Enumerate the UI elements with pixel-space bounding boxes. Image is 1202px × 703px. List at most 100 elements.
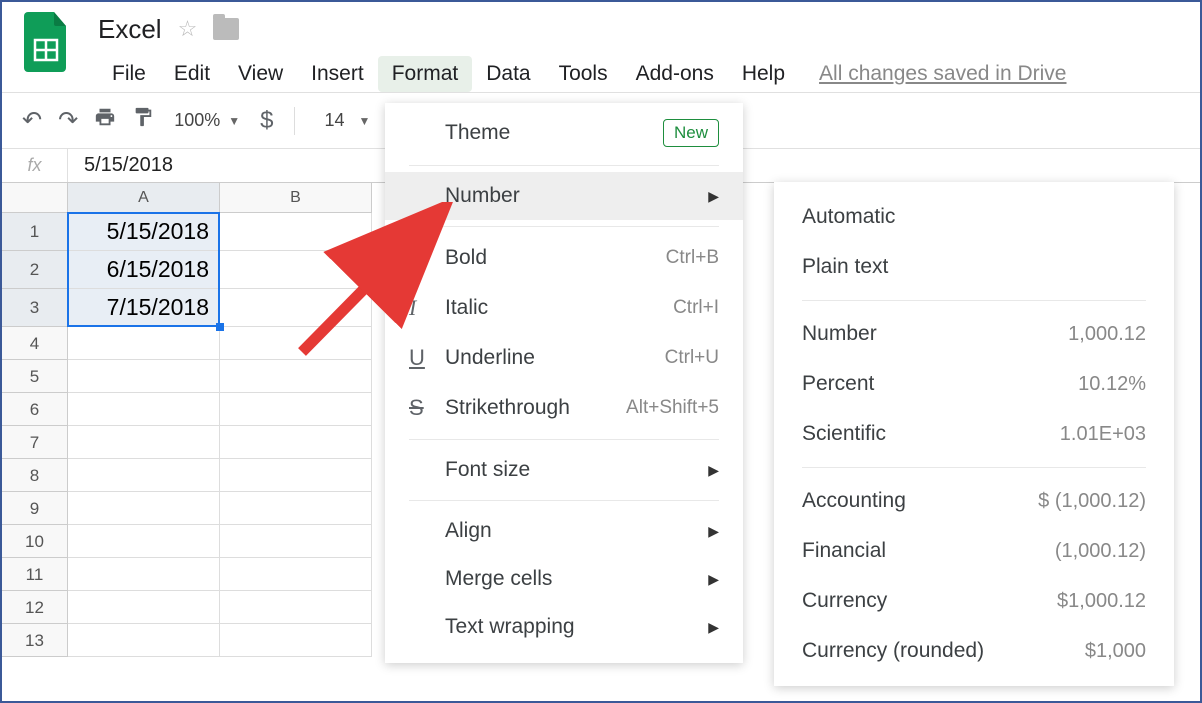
cell[interactable] (220, 558, 372, 591)
dropdown-arrow-icon: ▼ (359, 114, 371, 128)
number-format-number[interactable]: Number1,000.12 (774, 309, 1174, 359)
row-header[interactable]: 1 (2, 213, 68, 251)
format-menu-underline[interactable]: U Underline Ctrl+U (385, 333, 743, 383)
separator (294, 107, 295, 135)
menu-divider (409, 439, 719, 440)
cell[interactable] (68, 393, 220, 426)
cell-a3[interactable]: 7/15/2018 (68, 289, 220, 327)
number-format-percent[interactable]: Percent10.12% (774, 359, 1174, 409)
format-example: $1,000 (1085, 640, 1146, 663)
cell[interactable] (68, 459, 220, 492)
cell[interactable] (220, 360, 372, 393)
menu-divider (409, 500, 719, 501)
menu-view[interactable]: View (224, 56, 297, 92)
cell[interactable] (220, 492, 372, 525)
number-format-currency-rounded-[interactable]: Currency (rounded)$1,000 (774, 626, 1174, 676)
paint-format-icon[interactable] (132, 106, 154, 135)
menu-shortcut: Ctrl+U (665, 347, 719, 369)
cell[interactable] (220, 525, 372, 558)
number-format-scientific[interactable]: Scientific1.01E+03 (774, 409, 1174, 459)
sheets-logo[interactable] (22, 12, 70, 74)
new-badge: New (663, 119, 719, 147)
row-header[interactable]: 12 (2, 591, 68, 624)
menu-tools[interactable]: Tools (545, 56, 622, 92)
menu-label: Number (445, 184, 708, 208)
redo-icon[interactable]: ↷ (58, 106, 78, 135)
cell[interactable] (220, 327, 372, 360)
format-menu-merge-cells[interactable]: Merge cells ▶ (385, 555, 743, 603)
print-icon[interactable] (94, 106, 116, 135)
format-menu-bold[interactable]: B Bold Ctrl+B (385, 233, 743, 283)
cell[interactable] (68, 591, 220, 624)
menu-divider (409, 165, 719, 166)
menu-format[interactable]: Format (378, 56, 473, 92)
strikethrough-icon: S (409, 395, 445, 421)
menu-edit[interactable]: Edit (160, 56, 224, 92)
menu-label: Merge cells (445, 567, 708, 591)
cell-a1[interactable]: 5/15/2018 (68, 213, 220, 251)
menu-label: Align (445, 519, 708, 543)
row-header[interactable]: 11 (2, 558, 68, 591)
zoom-select[interactable]: 100% ▼ (174, 110, 240, 131)
format-menu-text-wrapping[interactable]: Text wrapping ▶ (385, 603, 743, 651)
row-header[interactable]: 13 (2, 624, 68, 657)
cell[interactable] (68, 558, 220, 591)
row-header[interactable]: 5 (2, 360, 68, 393)
document-title[interactable]: Excel (98, 14, 162, 45)
number-format-accounting[interactable]: Accounting$ (1,000.12) (774, 476, 1174, 526)
menu-label: Underline (445, 346, 665, 370)
selection-fill-handle[interactable] (216, 323, 224, 331)
cell[interactable] (68, 360, 220, 393)
cell[interactable] (68, 492, 220, 525)
font-size-select[interactable]: 14 ▼ (315, 110, 381, 131)
cell[interactable] (68, 525, 220, 558)
menu-data[interactable]: Data (472, 56, 544, 92)
cell-b2[interactable] (220, 251, 372, 289)
row-header[interactable]: 9 (2, 492, 68, 525)
row-header[interactable]: 2 (2, 251, 68, 289)
cell[interactable] (68, 327, 220, 360)
number-format-currency[interactable]: Currency$1,000.12 (774, 576, 1174, 626)
cell[interactable] (220, 624, 372, 657)
menu-file[interactable]: File (98, 56, 160, 92)
folder-icon[interactable] (213, 18, 239, 40)
currency-icon[interactable]: $ (260, 107, 273, 135)
row-header[interactable]: 7 (2, 426, 68, 459)
format-example: $1,000.12 (1057, 590, 1146, 613)
column-header-b[interactable]: B (220, 183, 372, 213)
formula-input[interactable]: 5/15/2018 (68, 154, 189, 177)
menu-divider (802, 300, 1146, 301)
cell-a2[interactable]: 6/15/2018 (68, 251, 220, 289)
number-format-financial[interactable]: Financial(1,000.12) (774, 526, 1174, 576)
format-menu-number[interactable]: Number ▶ (385, 172, 743, 220)
column-header-a[interactable]: A (68, 183, 220, 213)
undo-icon[interactable]: ↶ (22, 106, 42, 135)
cell[interactable] (68, 426, 220, 459)
cell[interactable] (220, 459, 372, 492)
format-menu-theme[interactable]: Theme New (385, 107, 743, 159)
row-header[interactable]: 6 (2, 393, 68, 426)
format-menu-align[interactable]: Align ▶ (385, 507, 743, 555)
row-header[interactable]: 8 (2, 459, 68, 492)
select-all-corner[interactable] (2, 183, 68, 213)
row-header[interactable]: 10 (2, 525, 68, 558)
menu-help[interactable]: Help (728, 56, 799, 92)
format-menu-italic[interactable]: I Italic Ctrl+I (385, 283, 743, 333)
save-status[interactable]: All changes saved in Drive (819, 62, 1066, 86)
format-menu-strikethrough[interactable]: S Strikethrough Alt+Shift+5 (385, 383, 743, 433)
format-menu-font-size[interactable]: Font size ▶ (385, 446, 743, 494)
cell-b3[interactable] (220, 289, 372, 327)
menu-addons[interactable]: Add-ons (622, 56, 728, 92)
menu-insert[interactable]: Insert (297, 56, 378, 92)
cell[interactable] (68, 624, 220, 657)
star-icon[interactable]: ☆ (178, 16, 198, 42)
row-header[interactable]: 3 (2, 289, 68, 327)
cell[interactable] (220, 591, 372, 624)
number-format-automatic[interactable]: Automatic (774, 192, 1174, 242)
cell[interactable] (220, 426, 372, 459)
number-format-plain-text[interactable]: Plain text (774, 242, 1174, 292)
cell-b1[interactable] (220, 213, 372, 251)
menu-shortcut: Ctrl+B (666, 247, 719, 269)
cell[interactable] (220, 393, 372, 426)
row-header[interactable]: 4 (2, 327, 68, 360)
